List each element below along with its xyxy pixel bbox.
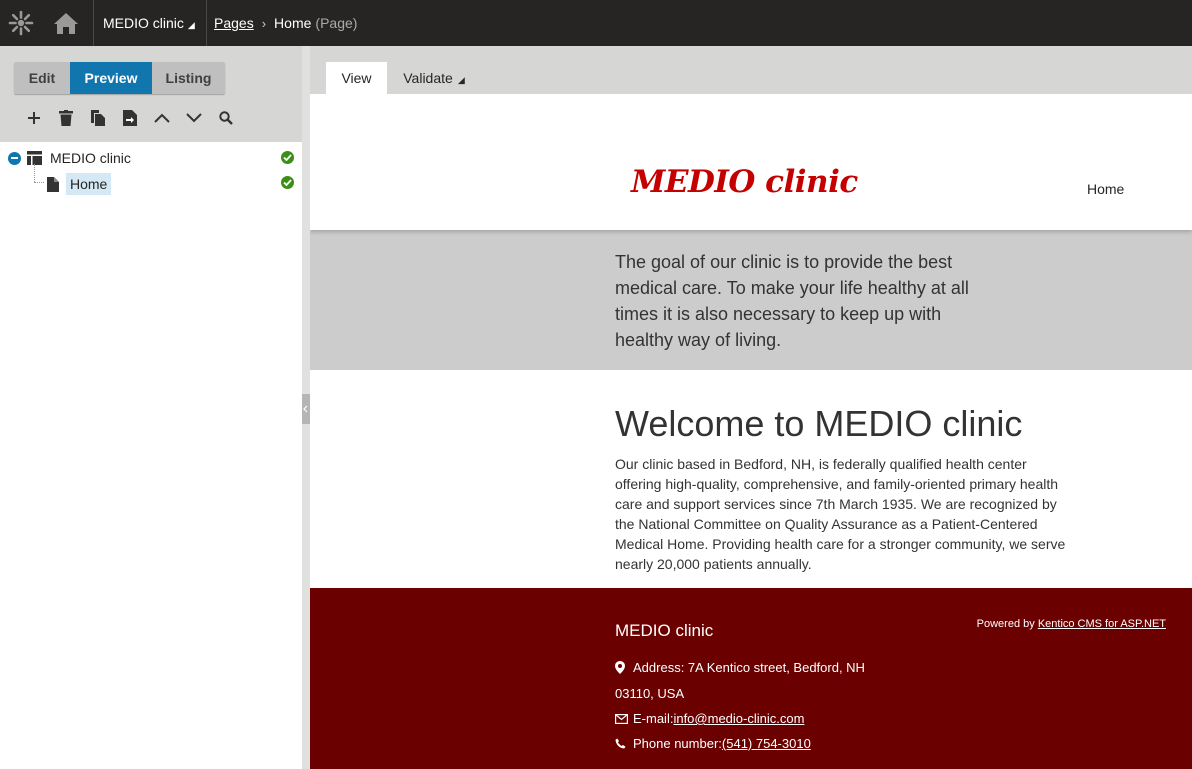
- tree-item-label: Home: [66, 173, 112, 195]
- content-tree-panel: Edit Preview Listing MEDIO clinic Home: [0, 46, 302, 769]
- top-bar: MEDIO clinic ◢ Pages › Home (Page): [0, 0, 1192, 46]
- tab-validate-label: Validate: [403, 70, 453, 86]
- footer-address-2: 03110, USA: [615, 686, 684, 701]
- mode-tabs: Edit Preview Listing: [14, 62, 225, 94]
- caret-down-icon: ◢: [187, 19, 195, 30]
- main-content: Welcome to MEDIO clinic Our clinic based…: [310, 370, 1192, 588]
- tree-connector: [34, 164, 35, 182]
- envelope-icon: [615, 713, 633, 724]
- hero-text: The goal of our clinic is to provide the…: [615, 252, 969, 350]
- tree-item-home[interactable]: Home: [47, 172, 112, 196]
- home-icon[interactable]: [44, 0, 88, 46]
- phone-icon: [615, 738, 633, 749]
- footer-title: MEDIO clinic: [615, 621, 714, 640]
- address-line-2: 03110, USA: [615, 686, 685, 701]
- site-logo[interactable]: MEDIO clinic: [631, 164, 858, 200]
- chevron-down-icon[interactable]: [178, 108, 210, 128]
- phone-link[interactable]: (541) 754-3010: [722, 736, 811, 751]
- page-icon: [47, 176, 59, 192]
- phone-label: Phone number:: [633, 736, 722, 751]
- published-check-icon: [281, 176, 294, 189]
- footer-address: Address: 7A Kentico street, Bedford, NH: [615, 660, 865, 675]
- footer-phone: Phone number: (541) 754-3010: [615, 736, 811, 751]
- site-footer: MEDIO clinic Powered by Kentico CMS for …: [310, 588, 1192, 769]
- site-selector[interactable]: MEDIO clinic ◢: [94, 0, 206, 46]
- kentico-link[interactable]: Kentico CMS for ASP.NET: [1038, 618, 1166, 630]
- tree-panel-header: Edit Preview Listing: [0, 46, 302, 142]
- collapse-icon[interactable]: [8, 151, 21, 165]
- tree-item-medio-clinic[interactable]: MEDIO clinic: [8, 146, 131, 170]
- plus-icon[interactable]: [18, 108, 50, 128]
- preview-header: MEDIO clinic Home: [310, 94, 1192, 230]
- site-root-icon: [27, 151, 42, 165]
- site-name: MEDIO clinic: [103, 15, 184, 31]
- tree-connector: [34, 182, 44, 183]
- breadcrumb-pages-link[interactable]: Pages: [214, 15, 254, 31]
- powered-by: Powered by Kentico CMS for ASP.NET: [977, 618, 1166, 630]
- app-logo-icon[interactable]: [0, 0, 42, 46]
- hero-banner: The goal of our clinic is to provide the…: [310, 230, 1192, 370]
- move-icon[interactable]: [114, 108, 146, 128]
- page-title: Welcome to MEDIO clinic: [615, 403, 1023, 444]
- tree-toolbar: [18, 108, 242, 128]
- tree-item-label: MEDIO clinic: [50, 150, 131, 166]
- copy-icon[interactable]: [82, 108, 114, 128]
- tab-edit[interactable]: Edit: [14, 62, 70, 94]
- tab-view[interactable]: View: [326, 62, 387, 94]
- chevron-up-icon[interactable]: [146, 108, 178, 128]
- email-label: E-mail:: [633, 711, 674, 726]
- divider: [206, 0, 207, 46]
- breadcrumb: Pages › Home (Page): [214, 0, 357, 46]
- page-preview: MEDIO clinic Home The goal of our clinic…: [310, 94, 1192, 769]
- caret-down-icon: ◢: [457, 74, 465, 85]
- tab-validate[interactable]: Validate ◢: [394, 62, 474, 94]
- nav-link-home[interactable]: Home: [1087, 181, 1124, 197]
- view-tabs-bar: View Validate ◢: [310, 46, 1192, 94]
- splitter-handle[interactable]: [302, 394, 310, 424]
- footer-email: E-mail: info@medio-clinic.com: [615, 711, 804, 726]
- map-pin-icon: [615, 661, 633, 674]
- address-line-1: Address: 7A Kentico street, Bedford, NH: [633, 660, 865, 675]
- email-link[interactable]: info@medio-clinic.com: [673, 711, 804, 726]
- tab-listing[interactable]: Listing: [152, 62, 225, 94]
- search-icon[interactable]: [210, 108, 242, 128]
- powered-by-prefix: Powered by: [976, 618, 1038, 630]
- trash-icon[interactable]: [50, 108, 82, 128]
- breadcrumb-type: (Page): [315, 15, 358, 31]
- breadcrumb-current: Home: [274, 15, 312, 31]
- chevron-right-icon: ›: [261, 15, 267, 31]
- published-check-icon: [281, 151, 294, 164]
- tab-preview[interactable]: Preview: [70, 62, 152, 94]
- intro-paragraph: Our clinic based in Bedford, NH, is fede…: [615, 456, 1066, 572]
